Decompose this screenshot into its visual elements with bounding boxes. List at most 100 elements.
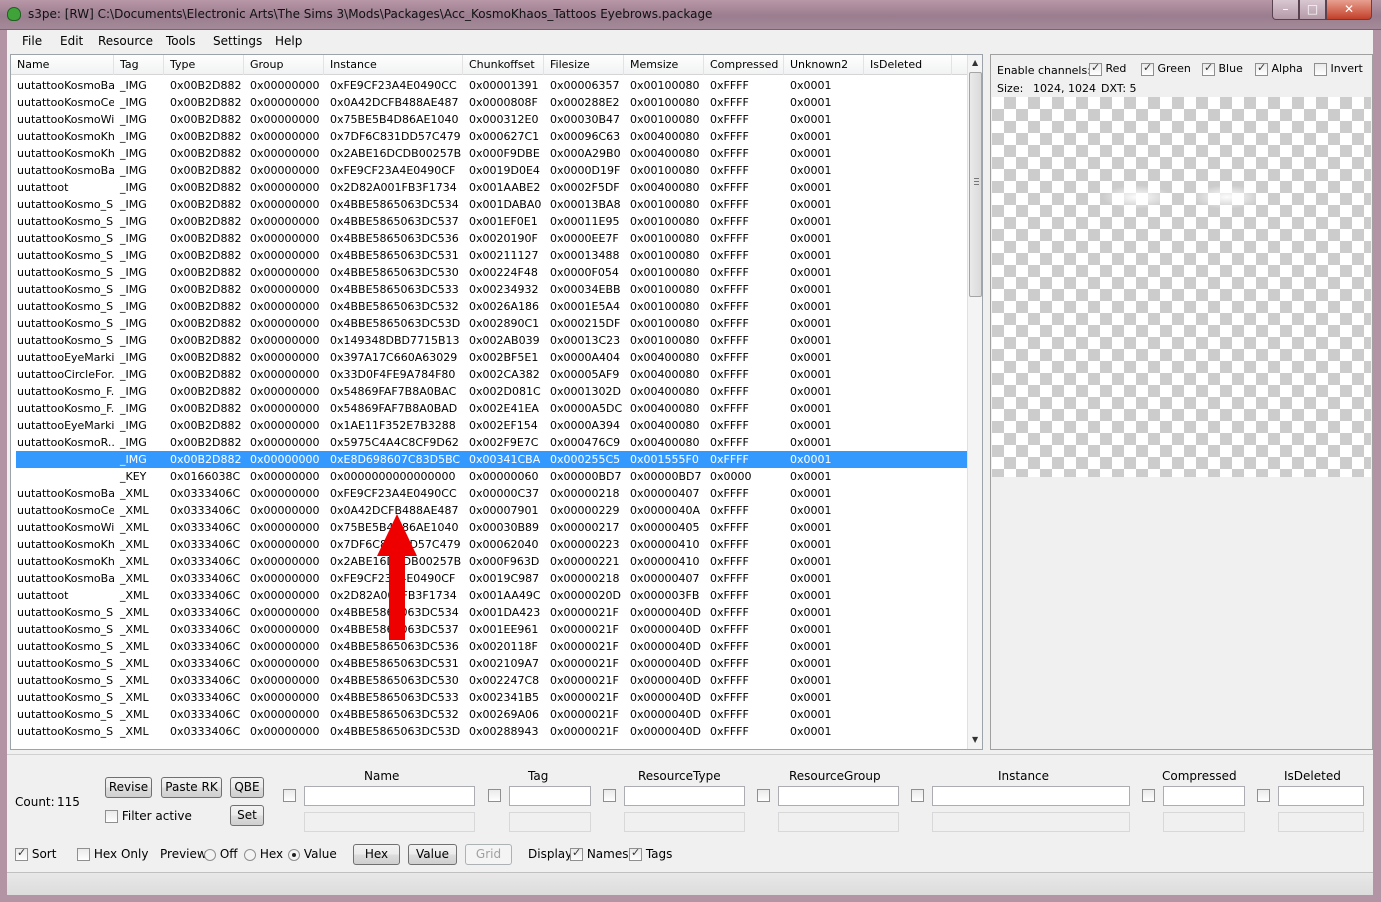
channel-blue[interactable]: Blue [1202,61,1243,76]
table-row[interactable]: uutattooKosmo_S... _IMG 0x00B2D882 0x000000… [11,281,968,298]
alpha-checkbox[interactable] [1255,61,1268,76]
table-row[interactable]: uutattoot _IMG 0x00B2D882 0x00000000 0x2D82A… [11,179,968,196]
column-header-type[interactable]: Type [164,55,244,75]
table-row[interactable]: uutattooKosmoCe... _IMG 0x00B2D882 0x000000… [11,94,968,111]
filter-active-checkbox[interactable] [105,810,118,823]
table-row[interactable]: uutattooKosmoWi... _IMG 0x00B2D882 0x000000… [11,111,968,128]
table-row[interactable]: uutattooKosmoKh... _IMG 0x00B2D882 0x000000… [11,145,968,162]
table-row[interactable]: uutattooEyeMarki... _IMG 0x00B2D882 0x00000… [11,349,968,366]
table-row[interactable]: uutattooEyeMarki... _IMG 0x00B2D882 0x00000… [11,417,968,434]
value-button[interactable]: Value [408,844,457,865]
channel-red[interactable]: Red [1089,61,1126,76]
paste-rk-button[interactable]: Paste RK [161,777,222,798]
filter-resourcetype-input[interactable] [624,786,745,806]
column-header-filesize[interactable]: Filesize [544,55,624,75]
filter-name-input[interactable] [304,786,475,806]
table-row[interactable]: uutattooKosmo_S... _IMG 0x00B2D882 0x000000… [11,264,968,281]
preview-off-radio[interactable] [204,848,216,861]
maximize-button[interactable]: □ [1299,0,1326,20]
table-row[interactable]: uutattooKosmo_S... _IMG 0x00B2D882 0x000000… [11,247,968,264]
table-row[interactable]: uutattooKosmo_S... _IMG 0x00B2D882 0x000000… [11,298,968,315]
column-header-name[interactable]: Name [11,55,114,75]
filter-tag-input[interactable] [509,786,591,806]
channel-green[interactable]: Green [1141,61,1191,76]
sort-option[interactable]: Sort [15,846,56,861]
table-row[interactable]: uutattooKosmoR... _IMG 0x00B2D882 0x0000000… [11,434,968,451]
preview-off-option[interactable]: Off [204,847,238,861]
table-row[interactable]: uutattooKosmo_S... _XML 0x0333406C 0x000000… [11,706,968,723]
menu-settings[interactable]: Settings [213,34,262,48]
filter-isdeleted-input[interactable] [1278,786,1364,806]
table-row[interactable]: uutattooKosmo_S... _XML 0x0333406C 0x000000… [11,655,968,672]
close-button[interactable]: ✕ [1326,0,1372,20]
filter-instance-checkbox[interactable] [911,789,924,802]
table-row[interactable]: uutattoot_XML0x0333406C0x000000000x2D82A… [11,587,968,604]
column-header-memsize[interactable]: Memsize [624,55,704,75]
table-row[interactable]: uutattooKosmoKh... _IMG 0x00B2D882 0x000000… [11,128,968,145]
column-header-instance[interactable]: Instance [324,55,463,75]
filter-compressed-checkbox[interactable] [1142,789,1155,802]
table-row[interactable]: uutattooKosmoKh... _XML 0x0333406C 0x000000… [11,536,968,553]
table-row[interactable]: uutattooKosmo_S... _XML 0x0333406C 0x000000… [11,638,968,655]
scroll-up-icon[interactable]: ▲ [972,58,978,67]
table-row[interactable]: uutattooCircleFor... _IMG 0x00B2D882 0x0000… [11,366,968,383]
table-row[interactable]: uutattooKosmoBa... _IMG 0x00B2D882 0x000000… [11,77,968,94]
table-row[interactable]: uutattooKosmo_S... _XML 0x0333406C 0x000000… [11,621,968,638]
names-checkbox[interactable] [570,846,583,861]
preview-hex-radio[interactable] [244,848,256,861]
table-row[interactable]: uutattooKosmoKh... _XML 0x0333406C 0x000000… [11,553,968,570]
red-checkbox[interactable] [1089,61,1102,76]
scroll-down-icon[interactable]: ▼ [972,735,978,744]
blue-checkbox[interactable] [1202,61,1215,76]
menu-help[interactable]: Help [275,34,302,48]
channel-invert[interactable]: Invert [1314,62,1363,76]
column-header-group[interactable]: Group [244,55,324,75]
column-header-compressed[interactable]: Compressed [704,55,784,75]
filter-active-option[interactable]: Filter active [105,809,192,823]
set-button[interactable]: Set [230,805,264,826]
table-row[interactable]: uutattooKosmo_S... _IMG 0x00B2D882 0x000000… [11,315,968,332]
filter-isdeleted-checkbox[interactable] [1257,789,1270,802]
preview-value-option[interactable]: Value [288,847,337,861]
menu-file[interactable]: File [22,34,42,48]
filter-resourcegroup-input[interactable] [778,786,899,806]
column-header-isdeleted[interactable]: IsDeleted [864,55,952,75]
filter-resourcetype-checkbox[interactable] [603,789,616,802]
menu-tools[interactable]: Tools [166,34,196,48]
table-row[interactable]: uutattooKosmoWi... _XML 0x0333406C 0x000000… [11,519,968,536]
preview-value-radio[interactable] [288,848,300,861]
table-row[interactable]: uutattooKosmoBa... _XML 0x0333406C 0x000000… [11,485,968,502]
table-row[interactable]: uutattooKosmo_S... _IMG 0x00B2D882 0x000000… [11,213,968,230]
minimize-button[interactable]: – [1272,0,1299,20]
table-row[interactable]: uutattooKosmoCe... _XML 0x0333406C 0x000000… [11,502,968,519]
table-row[interactable]: uutattooKosmo_F... _IMG 0x00B2D882 0x000000… [11,383,968,400]
scroll-thumb[interactable] [969,72,982,297]
resource-list[interactable]: Name Tag Type Group Instance Chunkoffset Files… [10,54,983,750]
table-row-selected[interactable]: _IMG 0x00B2D882 0x00000000 0xE8D698607C83D5… [16,451,968,468]
table-row[interactable]: uutattooKosmoBa... _IMG 0x00B2D882 0x000000… [11,162,968,179]
table-row[interactable]: uutattooKosmo_S... _XML 0x0333406C 0x000000… [11,689,968,706]
table-row[interactable]: _KEY 0x0166038C 0x00000000 0x00000000000000… [11,468,968,485]
filter-name-checkbox[interactable] [283,789,296,802]
green-checkbox[interactable] [1141,61,1154,76]
menu-edit[interactable]: Edit [60,34,83,48]
list-scrollbar[interactable]: ▲ ▼ [967,55,982,749]
table-row[interactable]: uutattooKosmo_S... _XML 0x0333406C 0x000000… [11,604,968,621]
table-row[interactable]: uutattooKosmo_S... _IMG 0x00B2D882 0x000000… [11,332,968,349]
table-row[interactable]: uutattooKosmoBa... _XML 0x0333406C 0x000000… [11,570,968,587]
table-row[interactable]: uutattooKosmo_S... _XML 0x0333406C 0x000000… [11,723,968,740]
channel-alpha[interactable]: Alpha [1255,61,1303,76]
qbe-button[interactable]: QBE [230,777,264,798]
filter-resourcegroup-checkbox[interactable] [757,789,770,802]
filter-instance-input[interactable] [932,786,1130,806]
hex-button[interactable]: Hex [353,844,400,865]
revise-button[interactable]: Revise [105,777,152,798]
display-names-option[interactable]: Names [570,846,628,861]
filter-tag-checkbox[interactable] [488,789,501,802]
filter-compressed-input[interactable] [1163,786,1245,806]
menu-resource[interactable]: Resource [98,34,153,48]
table-row[interactable]: uutattooKosmo_F... _IMG 0x00B2D882 0x000000… [11,400,968,417]
display-tags-option[interactable]: Tags [629,846,672,861]
tags-checkbox[interactable] [629,846,642,861]
invert-checkbox[interactable] [1314,62,1327,76]
